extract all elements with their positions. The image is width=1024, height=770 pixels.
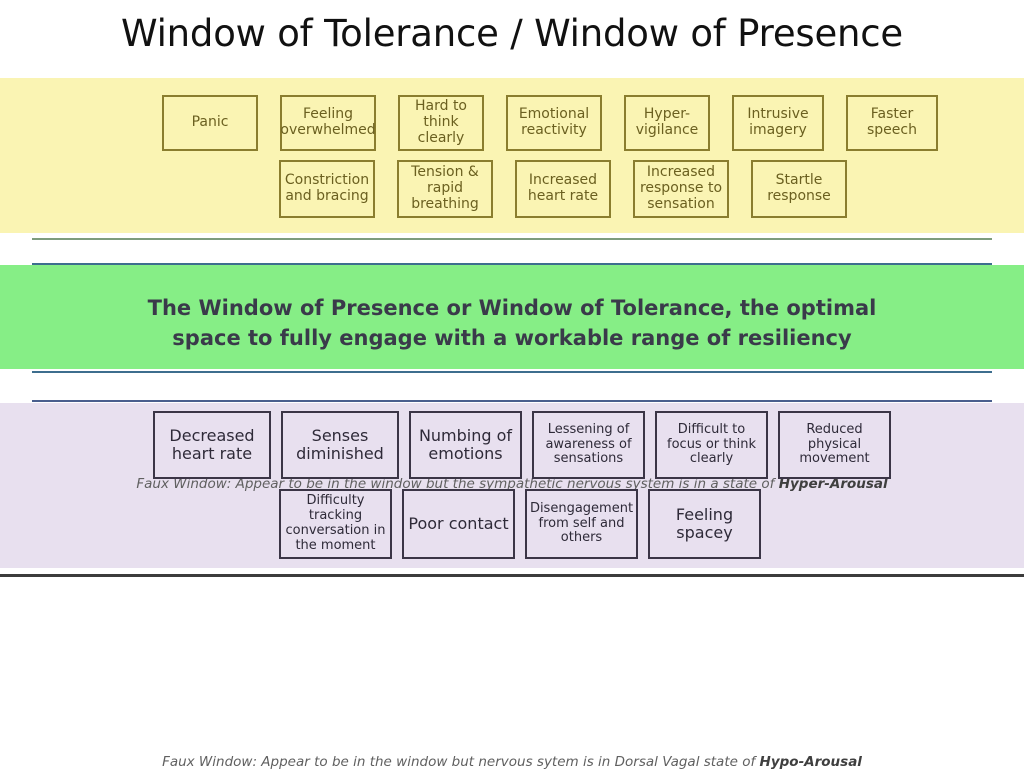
hyper-box-r2-1: Constriction and bracing: [279, 160, 375, 218]
hypo-box-r1-3-label: Numbing of emotions: [418, 425, 513, 463]
window-of-presence-text: The Window of Presence or Window of Tole…: [0, 294, 1024, 354]
hyper-box-r2-1-label: Constriction and bracing: [284, 172, 370, 204]
hyper-box-r2-4: Increased response to sensation: [633, 160, 729, 218]
hyper-box-r1-6: Intrusive imagery: [732, 95, 824, 151]
hyper-box-r2-3: Increased heart rate: [515, 160, 611, 218]
hypo-box-r2-4: Feeling spacey: [648, 489, 761, 559]
hypo-box-r1-5-label: Difficult to focus or think clearly: [667, 421, 756, 467]
hypo-box-r1-2: Senses diminished: [281, 411, 399, 479]
window-of-presence-line-1: The Window of Presence or Window of Tole…: [147, 296, 877, 320]
hypo-arousal-row-1: Decreased heart rate Senses diminished Numbi…: [153, 411, 891, 479]
hyper-box-r2-4-label: Increased response to sensation: [639, 164, 723, 212]
faux-window-text-bottom-emphasis: Hypo-Arousal: [759, 754, 862, 770]
window-of-presence-line-2: space to fully engage with a workable ra…: [172, 325, 852, 350]
hyper-arousal-row-2: Constriction and bracing Tension & rapid bre…: [279, 160, 847, 218]
hyper-box-r1-4-label: Emotional reactivity: [518, 106, 590, 138]
page-title: Window of Tolerance / Window of Presence: [121, 12, 903, 55]
hyper-box-r1-3: Hard to think clearly: [398, 95, 484, 151]
hyper-box-r1-7: Faster speech: [846, 95, 938, 151]
hyper-box-r2-2-label: Tension & rapid breathing: [411, 164, 479, 212]
hyper-box-r2-5-label: Startle response: [767, 172, 831, 204]
divider-window-top: [32, 263, 992, 265]
hyper-box-r1-5: Hyper-vigilance: [624, 95, 710, 151]
hypo-box-r1-6-label: Reduced physical movement: [799, 421, 870, 467]
hyper-box-r1-1-label: Panic: [191, 114, 229, 131]
hyper-box-r2-5: Startle response: [751, 160, 847, 218]
hyper-box-r1-6-label: Intrusive imagery: [747, 106, 809, 138]
hyper-arousal-row-1: Panic Feeling overwhelmed Hard to think clear…: [162, 95, 938, 151]
hypo-box-r2-3-label: Disengagement from self and others: [529, 500, 634, 546]
faux-window-strip-top: Faux Window: Appear to be in the window …: [0, 234, 1024, 492]
hypo-box-r1-1-label: Decreased heart rate: [169, 425, 255, 463]
hypo-box-r1-6: Reduced physical movement: [778, 411, 891, 479]
hypo-box-r1-3: Numbing of emotions: [409, 411, 522, 479]
hypo-box-r2-4-label: Feeling spacey: [675, 504, 734, 542]
hypo-box-r2-2-label: Poor contact: [408, 513, 509, 533]
slide-bottom-rule: [0, 574, 1024, 577]
hyper-box-r1-3-label: Hard to think clearly: [414, 98, 467, 146]
hyper-box-r1-5-label: Hyper-vigilance: [635, 106, 699, 138]
faux-window-text-bottom-prefix: Faux Window: Appear to be in the window …: [162, 754, 760, 770]
hyper-box-r1-7-label: Faster speech: [867, 106, 917, 138]
divider-hypo-top: [32, 400, 992, 402]
hyper-box-r1-4: Emotional reactivity: [506, 95, 602, 151]
hyper-box-r2-3-label: Increased heart rate: [527, 172, 599, 204]
hypo-box-r1-4: Lessening of awareness of sensations: [532, 411, 645, 479]
hypo-arousal-row-2: Difficulty tracking conversation in the mom…: [279, 489, 761, 559]
hypo-box-r1-4-label: Lessening of awareness of sensations: [545, 421, 632, 467]
faux-window-text-bottom: Faux Window: Appear to be in the window …: [0, 754, 1024, 770]
hypo-box-r2-1: Difficulty tracking conversation in the mom…: [279, 489, 392, 559]
hyper-box-r1-1: Panic: [162, 95, 258, 151]
hypo-box-r1-5: Difficult to focus or think clearly: [655, 411, 768, 479]
hypo-box-r1-1: Decreased heart rate: [153, 411, 271, 479]
hypo-box-r2-3: Disengagement from self and others: [525, 489, 638, 559]
hypo-box-r1-2-label: Senses diminished: [296, 425, 384, 463]
hyper-box-r1-2-label: Feeling overwhelmed: [280, 106, 376, 138]
hyper-box-r1-2: Feeling overwhelmed: [280, 95, 376, 151]
hyper-box-r2-2: Tension & rapid breathing: [397, 160, 493, 218]
hypo-box-r2-2: Poor contact: [402, 489, 515, 559]
hypo-box-r2-1-label: Difficulty tracking conversation in the mom…: [285, 493, 386, 553]
